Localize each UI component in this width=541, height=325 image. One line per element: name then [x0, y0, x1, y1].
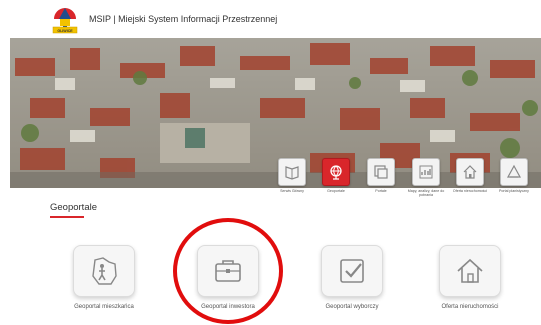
oferta-nieruchomosci-tile[interactable]: Oferta nieruchomości	[434, 245, 506, 310]
header: GLIWICE MSIP | Miejski System Informacji…	[0, 0, 541, 38]
geoportal-label: Geoportal wyborczy	[325, 304, 379, 310]
nav-tile-geoportale[interactable]: Geoportale	[321, 158, 351, 193]
house-icon	[463, 165, 477, 179]
nav-tile-label: Portal planistyczny	[499, 189, 529, 193]
triangle-icon	[506, 164, 522, 178]
geoportal-wyborczy-tile[interactable]: Geoportal wyborczy	[316, 245, 388, 310]
logo-text: GLIWICE	[57, 29, 73, 33]
book-icon	[285, 166, 299, 180]
geoportal-label: Oferta nieruchomości	[441, 304, 499, 310]
nav-tile-label: Geoportale	[327, 189, 345, 193]
nav-tile-portal-planistyczny[interactable]: Portal planistyczny	[499, 158, 529, 193]
nav-tile-mapy[interactable]: Mapy, analizy, dane do pobrania	[408, 158, 444, 198]
windows-icon	[374, 165, 388, 179]
city-crest-icon[interactable]: GLIWICE	[50, 3, 80, 35]
geoportal-inwestora-tile[interactable]: Geoportal inwestora	[192, 245, 264, 310]
nav-tile-label: Portale	[375, 189, 387, 193]
resident-map-icon	[92, 257, 117, 285]
briefcase-icon	[215, 260, 241, 282]
geoportal-label: Geoportal inwestora	[201, 304, 255, 310]
nav-tile-label: Oferta nieruchomości	[452, 189, 488, 193]
nav-tile-serwis-glowny[interactable]: Serwis Główny	[277, 158, 307, 193]
nav-tile-oferta[interactable]: Oferta nieruchomości	[453, 158, 487, 193]
nav-tile-label: Mapy, analizy, dane do pobrania	[407, 189, 445, 198]
geoportal-label: Geoportal mieszkańca	[74, 304, 134, 310]
nav-tile-label: Serwis Główny	[280, 189, 304, 193]
section-underline	[50, 216, 84, 218]
geoportal-mieszkanca-tile[interactable]: Geoportal mieszkańca	[68, 245, 140, 310]
house-icon	[457, 258, 483, 283]
app-title: MSIP | Miejski System Informacji Przestr…	[89, 14, 278, 24]
nav-tile-portale[interactable]: Portale	[366, 158, 396, 193]
chart-icon	[419, 165, 433, 179]
checkbox-icon	[340, 259, 364, 283]
globe-icon	[330, 165, 342, 180]
section-title: Geoportale	[50, 202, 98, 213]
